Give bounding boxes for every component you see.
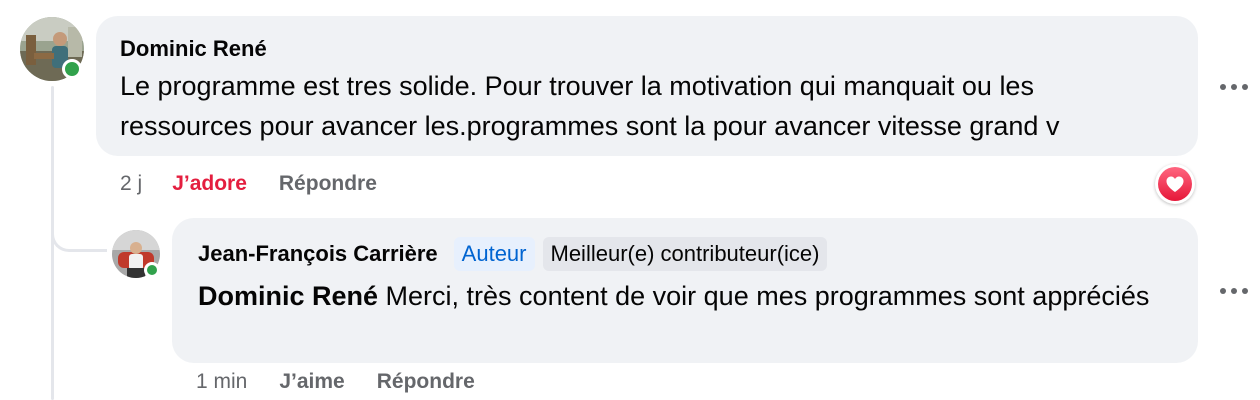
more-options-icon[interactable]	[1216, 77, 1252, 97]
avatar[interactable]	[20, 17, 84, 81]
reply-text: Dominic René Merci, très content de voir…	[198, 277, 1172, 315]
author-badge: Auteur	[453, 237, 535, 271]
love-reaction-button[interactable]: J’adore	[172, 172, 247, 196]
comment-bubble: Dominic René Le programme est tres solid…	[96, 16, 1198, 156]
comment-author[interactable]: Dominic René	[120, 34, 1174, 64]
more-options-icon[interactable]	[1216, 281, 1252, 301]
avatar[interactable]	[112, 230, 160, 278]
reply-header: Jean-François Carrière Auteur Meilleur(e…	[198, 234, 1172, 274]
reply-button[interactable]: Répondre	[377, 370, 475, 394]
comment-actions: 2 j J’adore Répondre	[120, 172, 377, 196]
mention-link[interactable]: Dominic René	[198, 281, 378, 311]
reply-bubble: Jean-François Carrière Auteur Meilleur(e…	[172, 218, 1198, 363]
comment-thread: Dominic René Le programme est tres solid…	[0, 0, 1260, 400]
reply-button[interactable]: Répondre	[279, 172, 377, 196]
reply-timestamp[interactable]: 1 min	[196, 370, 247, 394]
reaction-summary[interactable]	[1155, 164, 1195, 204]
thread-reply-connector	[51, 190, 107, 252]
online-status-icon	[144, 262, 160, 278]
love-heart-icon	[1158, 167, 1192, 201]
reply-text-body: Merci, très content de voir que mes prog…	[378, 281, 1150, 311]
comment-text: Le programme est tres solide. Pour trouv…	[120, 66, 1174, 146]
online-status-icon	[62, 59, 82, 79]
reply-actions: 1 min J’aime Répondre	[196, 370, 475, 394]
like-button[interactable]: J’aime	[279, 370, 344, 394]
comment-timestamp[interactable]: 2 j	[120, 172, 142, 196]
comment-text-line: ressources pour avancer les.programmes s…	[120, 111, 1060, 141]
top-contributor-badge[interactable]: Meilleur(e) contributeur(ice)	[542, 237, 828, 271]
comment-text-line: Le programme est tres solide. Pour trouv…	[120, 71, 1034, 101]
reply-author[interactable]: Jean-François Carrière	[198, 239, 438, 269]
